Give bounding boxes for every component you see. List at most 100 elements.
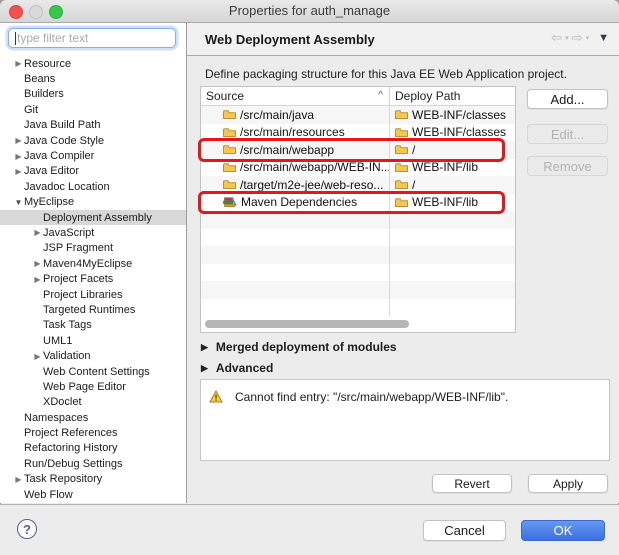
scrollbar-thumb[interactable] [205, 320, 409, 328]
sidebar-item-web-page-editor[interactable]: Web Page Editor [0, 379, 186, 394]
forward-arrow-icon[interactable]: ⇨ [572, 31, 583, 45]
sidebar-item-java-code-style[interactable]: ▶Java Code Style [0, 133, 186, 148]
dialog-footer: ? Cancel OK [0, 504, 619, 555]
source-cell: /src/main/webapp [240, 143, 334, 157]
sidebar-item-label: Web Flow [24, 489, 73, 501]
sidebar-item-javadoc-location[interactable]: Javadoc Location [0, 179, 186, 194]
folder-icon [223, 162, 236, 173]
sidebar-item-project-references[interactable]: Project References [0, 425, 186, 440]
sidebar-item-label: Project References [24, 427, 118, 439]
sidebar-item-web-flow[interactable]: Web Flow [0, 487, 186, 502]
disclosure-closed-icon[interactable]: ▶ [32, 228, 43, 237]
disclosure-closed-icon[interactable]: ▶ [32, 259, 43, 268]
assembly-table: Source ^ Deploy Path /src/main/java WEB-I… [200, 86, 516, 333]
deploy-path-cell: WEB-INF/lib [412, 195, 478, 209]
column-header-source[interactable]: Source ^ [201, 87, 390, 105]
sidebar-item-javascript[interactable]: ▶JavaScript [0, 225, 186, 240]
cancel-button[interactable]: Cancel [423, 520, 506, 541]
sidebar-item-beans[interactable]: Beans [0, 71, 186, 86]
edit-button[interactable]: Edit... [527, 124, 608, 144]
forward-dropdown-icon[interactable]: ▾ [586, 34, 590, 42]
filter-input[interactable]: type filter text [8, 28, 176, 48]
section-advanced[interactable]: ▶ Advanced [201, 361, 273, 375]
sidebar-item-task-tags[interactable]: Task Tags [0, 318, 186, 333]
back-dropdown-icon[interactable]: ▾ [565, 34, 569, 42]
window-title: Properties for auth_manage [0, 3, 619, 18]
table-row[interactable]: /src/main/resources WEB-INF/classes [201, 124, 515, 142]
sidebar-item-deployment-assembly[interactable]: Deployment Assembly [0, 210, 186, 225]
sidebar-item-label: Namespaces [24, 412, 88, 424]
maven-library-icon [223, 197, 237, 208]
source-cell: /src/main/java [240, 108, 314, 122]
help-button[interactable]: ? [17, 519, 37, 539]
column-header-deploy-path[interactable]: Deploy Path [390, 87, 515, 105]
sidebar-item-namespaces[interactable]: Namespaces [0, 410, 186, 425]
description-text: Define packaging structure for this Java… [205, 67, 567, 81]
folder-icon [223, 127, 236, 138]
table-empty-row [201, 264, 515, 282]
section-merged-deployment[interactable]: ▶ Merged deployment of modules [201, 340, 397, 354]
disclosure-closed-icon[interactable]: ▶ [13, 475, 24, 484]
disclosure-closed-icon[interactable]: ▶ [13, 59, 24, 68]
deploy-path-cell: WEB-INF/classes [412, 108, 506, 122]
horizontal-scrollbar[interactable] [203, 320, 513, 329]
table-row[interactable]: /target/m2e-jee/web-reso.../ [201, 176, 515, 194]
remove-button[interactable]: Remove [527, 156, 608, 176]
table-row[interactable]: /src/main/webapp/WEB-IN...WEB-INF/lib [201, 159, 515, 177]
titlebar[interactable]: Properties for auth_manage [0, 0, 619, 23]
sidebar-item-project-libraries[interactable]: Project Libraries [0, 287, 186, 302]
sidebar-item-java-editor[interactable]: ▶Java Editor [0, 164, 186, 179]
disclosure-open-icon[interactable]: ▼ [13, 198, 24, 207]
apply-button[interactable]: Apply [528, 474, 608, 493]
sidebar-item-label: Maven4MyEclipse [43, 258, 132, 270]
preferences-tree: ▶ResourceBeansBuilders Git Java Build Path… [0, 56, 186, 502]
table-row[interactable]: Maven DependenciesWEB-INF/lib [201, 194, 515, 212]
sidebar-item-refactoring-history[interactable]: Refactoring History [0, 441, 186, 456]
ok-button[interactable]: OK [521, 520, 605, 541]
sidebar-item-label: Git [24, 104, 38, 116]
sidebar-item-myeclipse[interactable]: ▼MyEclipse [0, 195, 186, 210]
sidebar-item-project-facets[interactable]: ▶Project Facets [0, 271, 186, 286]
sidebar-item-label: Java Editor [24, 165, 79, 177]
sidebar-item-validation[interactable]: ▶Validation [0, 348, 186, 363]
sidebar-item-web-content-settings[interactable]: Web Content Settings [0, 364, 186, 379]
sidebar-item-label: Project Libraries [43, 289, 122, 301]
revert-button[interactable]: Revert [432, 474, 512, 493]
sidebar-item-maven4myeclipse[interactable]: ▶Maven4MyEclipse [0, 256, 186, 271]
filter-placeholder: type filter text [17, 31, 88, 45]
sidebar-item-task-repository[interactable]: ▶Task Repository [0, 472, 186, 487]
sidebar-item-uml1[interactable]: UML1 [0, 333, 186, 348]
sidebar-item-jsp-fragment[interactable]: JSP Fragment [0, 241, 186, 256]
page-title: Web Deployment Assembly [205, 32, 375, 47]
warning-panel: Cannot find entry: "/src/main/webapp/WEB… [200, 379, 610, 461]
view-menu-icon[interactable]: ▼ [598, 32, 609, 44]
sidebar-item-label: Javadoc Location [24, 181, 110, 193]
table-row[interactable]: /src/main/java WEB-INF/classes [201, 106, 515, 124]
table-empty-row [201, 281, 515, 299]
disclosure-closed-icon[interactable]: ▶ [32, 352, 43, 361]
table-empty-row [201, 229, 515, 247]
sidebar-item-java-build-path[interactable]: Java Build Path [0, 118, 186, 133]
back-arrow-icon[interactable]: ⇦ [551, 31, 562, 45]
disclosure-closed-icon[interactable]: ▶ [13, 167, 24, 176]
deploy-path-cell: WEB-INF/classes [412, 125, 506, 139]
sidebar-item-git[interactable]: Git [0, 102, 186, 117]
deploy-path-cell: / [412, 143, 415, 157]
add-button[interactable]: Add... [527, 89, 608, 109]
sort-ascending-icon: ^ [378, 90, 383, 101]
sidebar-item-resource[interactable]: ▶Resource [0, 56, 186, 71]
sidebar-item-label: XDoclet [43, 396, 82, 408]
sidebar-item-xdoclet[interactable]: XDoclet [0, 395, 186, 410]
disclosure-closed-icon[interactable]: ▶ [13, 152, 24, 161]
folder-icon [223, 144, 236, 155]
table-row[interactable]: /src/main/webapp / [201, 141, 515, 159]
sidebar-item-builders[interactable]: Builders [0, 87, 186, 102]
sidebar-item-run-debug-settings[interactable]: Run/Debug Settings [0, 456, 186, 471]
disclosure-closed-icon[interactable]: ▶ [32, 275, 43, 284]
disclosure-closed-icon[interactable]: ▶ [13, 136, 24, 145]
sidebar-item-targeted-runtimes[interactable]: Targeted Runtimes [0, 302, 186, 317]
source-cell: /src/main/webapp/WEB-IN... [240, 160, 390, 174]
source-cell: /src/main/resources [240, 125, 345, 139]
folder-icon [395, 144, 408, 155]
sidebar-item-java-compiler[interactable]: ▶Java Compiler [0, 148, 186, 163]
